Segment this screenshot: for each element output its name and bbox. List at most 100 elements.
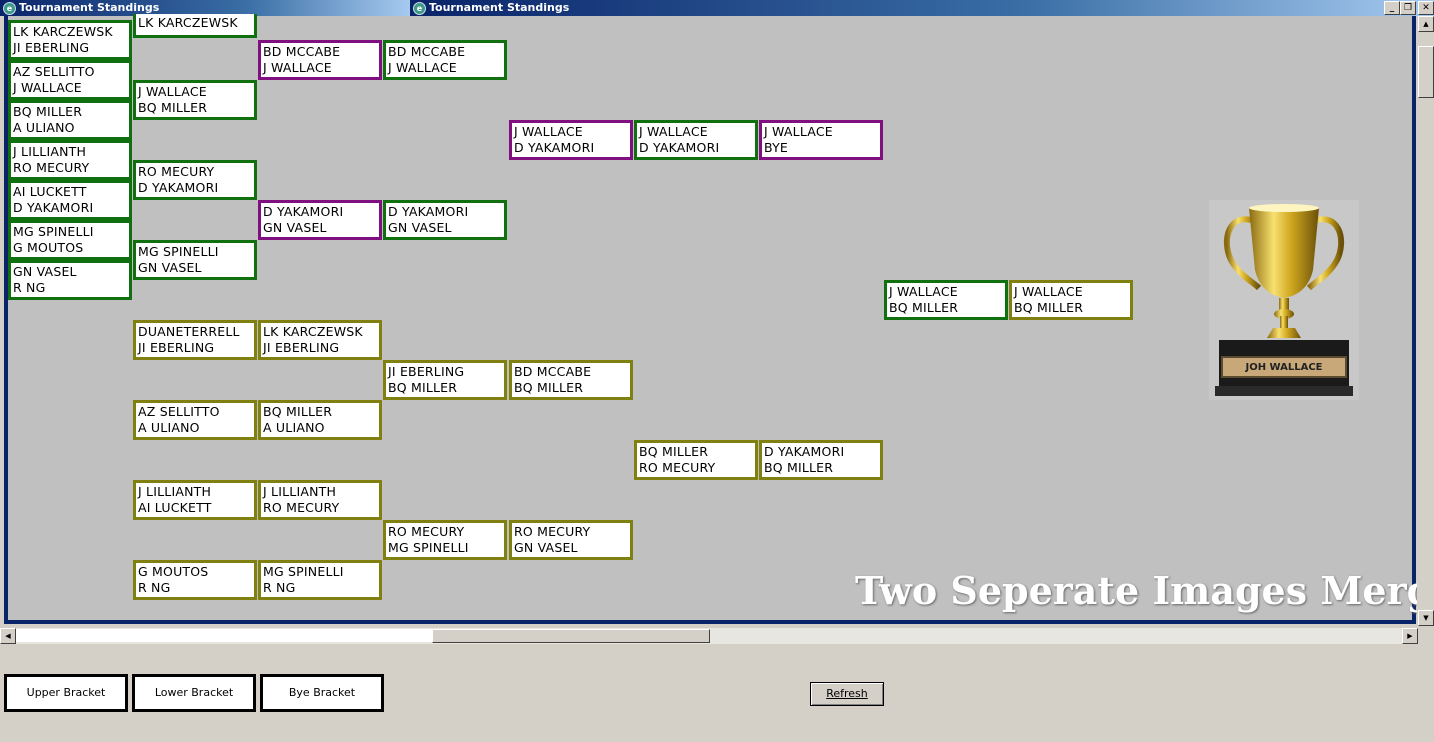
match-box: AZ SELLITTO A ULIANO (133, 400, 257, 440)
match-box: GN VASEL R NG (8, 260, 132, 300)
match-box: MG SPINELLI GN VASEL (133, 240, 257, 280)
match-player-2: J WALLACE (263, 60, 332, 75)
match-player-2: RO MECURY (263, 500, 340, 515)
match-box: RO MECURY D YAKAMORI (133, 160, 257, 200)
match-player-2: GN VASEL (263, 220, 327, 235)
match-player-2: D YAKAMORI (13, 200, 94, 215)
match-player-1: BQ MILLER (639, 444, 709, 459)
vertical-scrollbar[interactable]: ▲ ▼ (1417, 16, 1434, 628)
match-player-2: MG SPINELLI (388, 540, 469, 555)
legend-upper-bracket: Upper Bracket (4, 674, 128, 712)
match-player-1: J WALLACE (764, 124, 833, 139)
match-player-2: BQ MILLER (514, 380, 584, 395)
scroll-down-icon[interactable]: ▼ (1418, 610, 1434, 626)
match-player-2: R NG (138, 580, 171, 595)
match-player-1: JI EBERLING (388, 364, 465, 379)
match-player-2: A ULIANO (263, 420, 325, 435)
match-player-1: BD MCCABE (388, 44, 466, 59)
match-player-2: GN VASEL (388, 220, 452, 235)
match-player-2: JI EBERLING (13, 40, 90, 55)
match-player-2: R NG (263, 580, 296, 595)
match-box: D YAKAMORI GN VASEL (258, 200, 382, 240)
match-box: LK KARCZEWSK (133, 14, 257, 38)
refresh-label: Refresh (826, 687, 868, 700)
vertical-scroll-thumb[interactable] (1418, 46, 1434, 98)
match-box: J WALLACE BQ MILLER (884, 280, 1008, 320)
match-box: J WALLACE BQ MILLER (133, 80, 257, 120)
match-player-2: AI LUCKETT (138, 500, 212, 515)
match-box: J LILLIANTH RO MECURY (8, 140, 132, 180)
match-player-2: GN VASEL (138, 260, 202, 275)
match-player-2: D YAKAMORI (639, 140, 720, 155)
match-player-1: J WALLACE (889, 284, 958, 299)
match-box: BD MCCABE J WALLACE (383, 40, 507, 80)
match-player-1: RO MECURY (138, 164, 215, 179)
match-player-1: AI LUCKETT (13, 184, 87, 199)
minimize-button[interactable]: _ (1384, 1, 1400, 15)
match-box: J WALLACE BYE (759, 120, 883, 160)
horizontal-scroll-track[interactable] (16, 629, 432, 642)
match-box: AI LUCKETT D YAKAMORI (8, 180, 132, 220)
close-button[interactable]: ✕ (1418, 1, 1434, 15)
match-box: G MOUTOS R NG (133, 560, 257, 600)
refresh-button[interactable]: Refresh (810, 682, 884, 706)
match-box: JI EBERLING BQ MILLER (383, 360, 507, 400)
match-player-2: BQ MILLER (764, 460, 834, 475)
watermark-text: Two Seperate Images Merged (855, 568, 1434, 613)
match-player-2: J WALLACE (13, 80, 82, 95)
match-player-1: J WALLACE (514, 124, 583, 139)
match-box: RO MECURY MG SPINELLI (383, 520, 507, 560)
match-player-1: MG SPINELLI (263, 564, 344, 579)
match-player-1: AZ SELLITTO (138, 404, 220, 419)
scroll-up-icon[interactable]: ▲ (1418, 16, 1434, 32)
match-box: MG SPINELLI G MOUTOS (8, 220, 132, 260)
match-player-2: JI EBERLING (138, 340, 215, 355)
match-player-1: J LILLIANTH (263, 484, 337, 499)
match-box: BD MCCABE BQ MILLER (509, 360, 633, 400)
window-title: Tournament Standings (429, 1, 570, 14)
match-player-2: R NG (13, 280, 46, 295)
scroll-left-icon[interactable]: ◀ (0, 628, 16, 644)
match-player-1: RO MECURY (388, 524, 465, 539)
match-player-1: LK KARCZEWSK (263, 324, 363, 339)
match-player-2: RO MECURY (13, 160, 90, 175)
match-player-2: G MOUTOS (13, 240, 84, 255)
match-player-1: J WALLACE (639, 124, 708, 139)
match-box: J LILLIANTH AI LUCKETT (133, 480, 257, 520)
match-player-1: MG SPINELLI (13, 224, 94, 239)
match-player-1: RO MECURY (514, 524, 591, 539)
match-player-1: D YAKAMORI (388, 204, 469, 219)
app-icon: e (3, 2, 16, 15)
match-player-2: BQ MILLER (889, 300, 959, 315)
match-player-2: JI EBERLING (263, 340, 340, 355)
restore-button[interactable]: ❐ (1400, 1, 1416, 15)
match-box: J LILLIANTH RO MECURY (258, 480, 382, 520)
match-player-1: BQ MILLER (263, 404, 333, 419)
match-player-2: J WALLACE (388, 60, 457, 75)
window-title-bar-right[interactable]: e Tournament Standings (410, 0, 1434, 16)
match-player-1: DUANETERRELL (138, 324, 240, 339)
match-box: BD MCCABE J WALLACE (258, 40, 382, 80)
trophy-plate: JOH WALLACE (1221, 356, 1347, 378)
match-player-1: J LILLIANTH (138, 484, 212, 499)
match-box: D YAKAMORI BQ MILLER (759, 440, 883, 480)
match-player-2: BQ MILLER (1014, 300, 1084, 315)
match-player-2: D YAKAMORI (514, 140, 595, 155)
horizontal-scrollbar[interactable]: ◀ ▶ (0, 628, 1418, 644)
horizontal-scroll-thumb[interactable] (432, 629, 710, 643)
match-player-1: D YAKAMORI (263, 204, 344, 219)
match-player-1: J LILLIANTH (13, 144, 87, 159)
match-box: LK KARCZEWSK JI EBERLING (8, 20, 132, 60)
match-box: MG SPINELLI R NG (258, 560, 382, 600)
app-icon: e (413, 2, 426, 15)
match-player-1: LK KARCZEWSK (138, 15, 238, 30)
match-box: DUANETERRELL JI EBERLING (133, 320, 257, 360)
match-player-2: BQ MILLER (388, 380, 458, 395)
match-player-1: G MOUTOS (138, 564, 209, 579)
window-title: Tournament Standings (19, 1, 160, 14)
match-box: BQ MILLER RO MECURY (634, 440, 758, 480)
scroll-right-icon[interactable]: ▶ (1402, 628, 1418, 644)
match-player-2: A ULIANO (138, 420, 200, 435)
match-player-2: D YAKAMORI (138, 180, 219, 195)
match-player-1: BD MCCABE (514, 364, 592, 379)
